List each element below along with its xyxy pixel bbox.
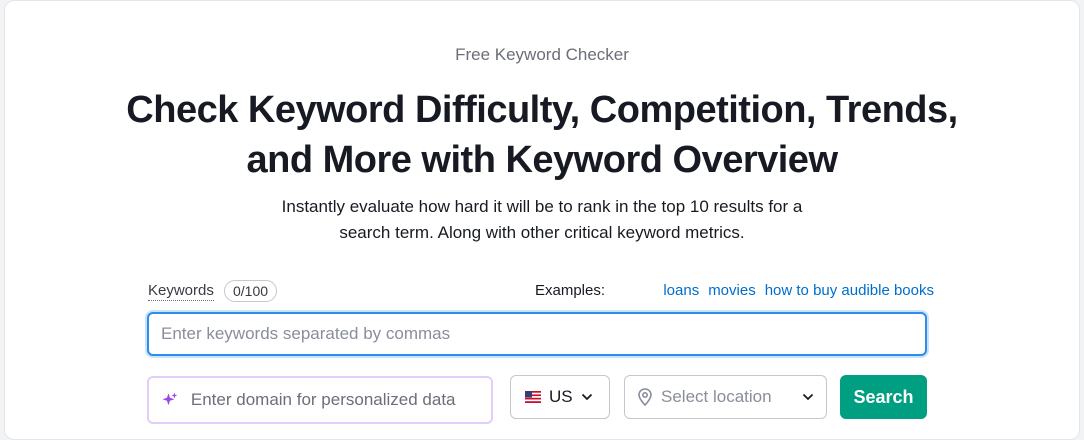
page-title: Check Keyword Difficulty, Competition, T… [85, 85, 999, 185]
title-line-2: and More with Keyword Overview [246, 139, 838, 181]
keywords-input[interactable] [147, 312, 927, 356]
example-link-movies[interactable]: movies [708, 282, 756, 299]
location-placeholder: Select location [661, 387, 772, 406]
location-pin-icon [638, 388, 652, 406]
subtitle-line-1: Instantly evaluate how hard it will be t… [281, 197, 803, 216]
example-link-loans[interactable]: loans [663, 282, 699, 299]
us-flag-icon [525, 391, 541, 403]
search-button[interactable]: Search [840, 375, 927, 419]
chevron-down-icon [802, 393, 814, 401]
location-select[interactable]: Select location [624, 375, 827, 419]
title-line-1: Check Keyword Difficulty, Competition, T… [126, 89, 958, 131]
domain-field[interactable] [147, 376, 493, 424]
example-link-audible[interactable]: how to buy audible books [765, 282, 934, 299]
keywords-counter-badge: 0/100 [224, 280, 278, 302]
chevron-down-icon [581, 393, 592, 401]
eyebrow-label: Free Keyword Checker [455, 45, 629, 64]
country-select[interactable]: US [510, 375, 610, 419]
country-label: US [549, 387, 573, 406]
domain-input[interactable] [188, 389, 491, 411]
keywords-label[interactable]: Keywords [148, 282, 214, 301]
sparkle-icon [162, 392, 178, 406]
subtitle-line-2: search term. Along with other critical k… [339, 223, 745, 242]
examples-label: Examples: [535, 282, 606, 299]
page-subtitle: Instantly evaluate how hard it will be t… [245, 194, 839, 246]
keyword-checker-card: Free Keyword Checker Check Keyword Diffi… [4, 0, 1080, 440]
examples-list: loans movies how to buy audible books [663, 282, 934, 299]
